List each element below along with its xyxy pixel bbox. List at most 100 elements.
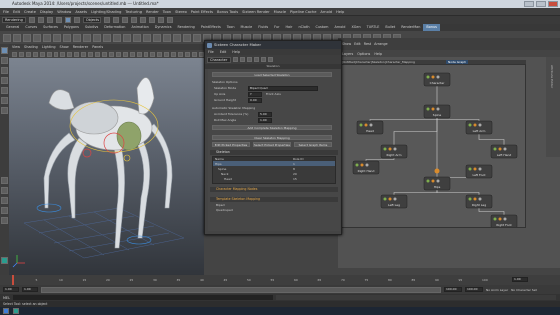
anim-layer-label[interactable]: No Anim Layer (486, 288, 508, 292)
skeleton-tree[interactable]: Name Role ID Hips 1 Spine 8 Neck 20 Head 15 (212, 156, 336, 184)
load-skeleton-button[interactable]: Load Selected Skeleton (212, 72, 332, 77)
graph-node-port-icon[interactable] (355, 163, 359, 167)
shelf-tab[interactable]: Hair (282, 24, 295, 31)
shelf-tab[interactable]: RenderMan (398, 24, 423, 31)
graph-node-port-icon[interactable] (498, 147, 502, 151)
shelf-tool-icon[interactable] (53, 33, 61, 42)
viewport-tool-icon[interactable] (67, 51, 73, 57)
shelf-tool-icon[interactable] (103, 33, 111, 42)
viewport-tool-icon[interactable] (185, 51, 190, 57)
menu-item[interactable]: Window (57, 10, 71, 14)
graph-node-port-icon[interactable] (360, 163, 364, 167)
command-input[interactable] (12, 295, 273, 300)
channel-box-menu-item[interactable]: Rest (364, 42, 371, 46)
menu-item[interactable]: Texturing (125, 10, 142, 14)
open-scene-icon[interactable] (37, 17, 44, 23)
minimize-button[interactable] (524, 1, 534, 7)
menu-item[interactable]: File (3, 10, 9, 14)
shelf-tab[interactable]: Muscle (238, 24, 256, 31)
graph-node[interactable]: Left Leg (380, 194, 408, 209)
node-graph[interactable]: Character Spine Head Left Arm Left Hand Right… (340, 64, 526, 228)
shelf-tool-icon[interactable] (73, 33, 81, 42)
viewport-menu-item[interactable]: Renderer (73, 45, 88, 49)
render-settings-icon[interactable] (166, 17, 173, 23)
graph-node-port-icon[interactable] (431, 179, 435, 183)
graph-node-port-icon[interactable] (478, 197, 482, 201)
viewport-tool-icon[interactable] (18, 51, 24, 57)
clear-mapping-button[interactable]: Clear Skeleton Mapping (212, 135, 332, 140)
viewport-tool-icon[interactable] (143, 51, 149, 57)
viewport-tool-icon[interactable] (157, 51, 163, 57)
graph-node-port-icon[interactable] (359, 123, 363, 127)
shelf-tool-icon[interactable] (93, 33, 101, 42)
graph-node-port-icon[interactable] (365, 163, 369, 167)
menu-item[interactable]: Sixteen Render (242, 10, 269, 14)
viewport-menu-item[interactable]: Panels (92, 45, 103, 49)
graph-node[interactable]: Head (356, 120, 384, 135)
viewport-tool-icon[interactable] (88, 51, 94, 57)
start-time-field[interactable]: 1.00 (3, 287, 19, 292)
window-menu-item[interactable]: File (208, 50, 214, 54)
graph-node-port-icon[interactable] (388, 197, 392, 201)
graph-node-port-icon[interactable] (436, 179, 440, 183)
shelf-tab[interactable]: Toon (224, 24, 238, 31)
shelf-tab[interactable]: Surfaces (40, 24, 61, 31)
snap-curve-icon[interactable] (112, 17, 119, 23)
shelf-tab[interactable]: Custom (312, 24, 331, 31)
viewport-tool-icon[interactable] (25, 51, 31, 57)
range-start-field[interactable]: 1.00 (22, 287, 38, 292)
viewport-tool-icon[interactable] (46, 51, 52, 57)
select-by-component-icon[interactable] (73, 17, 80, 23)
menu-item[interactable]: Render (146, 10, 159, 14)
graph-node[interactable]: Character (423, 72, 451, 87)
refresh-icon[interactable] (247, 57, 252, 62)
graph-node-port-icon[interactable] (473, 123, 477, 127)
new-character-icon[interactable] (233, 57, 238, 62)
graph-node[interactable]: Right Arm (380, 144, 408, 159)
graph-node-port-icon[interactable] (436, 75, 440, 79)
viewport-tool-icon[interactable] (53, 51, 59, 57)
shelf-tool-icon[interactable] (33, 33, 41, 42)
graph-node-port-icon[interactable] (498, 217, 502, 221)
up-axis-field[interactable]: Y (248, 92, 262, 97)
viewport-tool-icon[interactable] (115, 51, 121, 57)
select-props-button[interactable]: Select Picked Properties (253, 142, 291, 147)
layer-editor-menu-item[interactable]: Help (374, 52, 382, 56)
shelf-tool-icon[interactable] (133, 33, 141, 42)
shelf-tab[interactable]: Curves (22, 24, 40, 31)
viewport-tool-icon[interactable] (81, 51, 87, 57)
shelf-tab[interactable]: Deformation (101, 24, 128, 31)
graph-node-port-icon[interactable] (388, 147, 392, 151)
graph-node-port-icon[interactable] (393, 197, 397, 201)
shelf-tool-icon[interactable] (113, 33, 121, 42)
end-time-field[interactable]: 100.00 (465, 287, 483, 292)
viewport-tool-icon[interactable] (178, 51, 184, 57)
channel-box-menu-item[interactable]: Show (342, 42, 351, 46)
paint-select-icon[interactable] (1, 67, 8, 74)
shelf-tab[interactable]: Bullet (382, 24, 398, 31)
lock-icon[interactable] (254, 57, 259, 62)
select-nodes-button[interactable]: Select Graph Items (294, 142, 332, 147)
graph-node-port-icon[interactable] (436, 107, 440, 111)
character-maker-window[interactable]: Sixteen Character Maker File Edit Help Cha… (204, 40, 342, 235)
viewport-menu-item[interactable]: Lighting (42, 45, 56, 49)
skeleton-mode-dropdown[interactable]: Biped Quad (248, 86, 318, 91)
graph-node-port-icon[interactable] (426, 179, 430, 183)
attribute-editor-tab[interactable]: Attribute Editor (550, 65, 554, 88)
graph-node-port-icon[interactable] (478, 123, 482, 127)
shelf-tab[interactable]: Arnold (331, 24, 348, 31)
single-layout-icon[interactable] (1, 177, 8, 184)
shelf-tool-icon[interactable] (43, 33, 51, 42)
menu-item[interactable]: Arnold (320, 10, 332, 14)
move-tool-icon[interactable] (1, 77, 8, 84)
graph-node-port-icon[interactable] (468, 167, 472, 171)
rotate-tool-icon[interactable] (1, 87, 8, 94)
viewport-tool-icon[interactable] (39, 51, 45, 57)
menu-item[interactable]: Lighting/Shading (91, 10, 121, 14)
window-menu-item[interactable]: Help (232, 50, 240, 54)
graph-node-port-icon[interactable] (364, 123, 368, 127)
range-slider-bar[interactable] (41, 286, 441, 293)
shelf-tool-icon[interactable] (153, 33, 161, 42)
shelf-tool-icon[interactable] (143, 33, 151, 42)
graph-node-port-icon[interactable] (493, 217, 497, 221)
